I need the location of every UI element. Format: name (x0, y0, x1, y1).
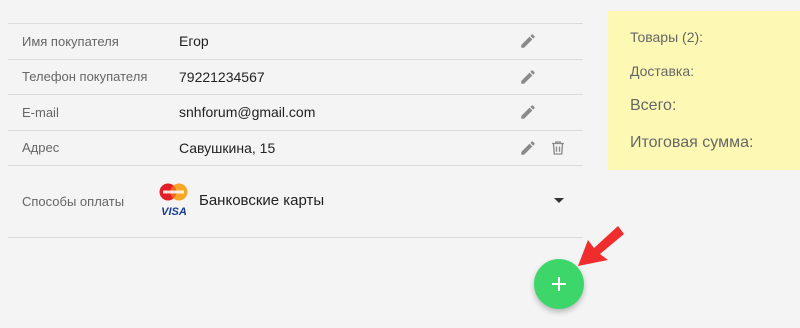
delete-address-trash-icon[interactable] (548, 138, 568, 158)
customer-address-row: Адрес Савушкина, 15 (8, 129, 583, 166)
customer-name-row: Имя покупателя Егор (8, 23, 583, 59)
customer-email-label: E-mail (22, 104, 59, 120)
customer-address-value: Савушкина, 15 (179, 139, 276, 156)
edit-phone-pencil-icon[interactable] (518, 67, 538, 87)
summary-grand-total: Итоговая сумма: (630, 134, 754, 151)
customer-name-value: Егор (179, 33, 209, 50)
order-summary-panel: Товары (2): Доставка: Всего: Итоговая су… (608, 11, 800, 170)
edit-name-pencil-icon[interactable] (518, 31, 538, 51)
customer-address-label: Адрес (22, 140, 60, 156)
customer-email-value: snhforum@gmail.com (179, 104, 316, 121)
customer-info-table: Имя покупателя Егор Телефон покупателя 7… (8, 23, 583, 238)
edit-address-pencil-icon[interactable] (518, 138, 538, 158)
summary-items: Товары (2): (630, 29, 704, 45)
customer-phone-row: Телефон покупателя 79221234567 (8, 58, 583, 95)
payment-method-label: Способы оплаты (22, 194, 125, 209)
customer-phone-label: Телефон покупателя (22, 69, 148, 85)
red-arrow-annotation (578, 226, 624, 266)
plus-icon (552, 277, 566, 291)
payment-method-row[interactable]: Способы оплаты VISA Банковские карты (8, 165, 583, 238)
mastercard-visa-logo: VISA (157, 182, 191, 218)
svg-text:VISA: VISA (161, 206, 187, 218)
customer-email-row: E-mail snhforum@gmail.com (8, 94, 583, 130)
customer-phone-value: 79221234567 (179, 68, 265, 85)
summary-total: Всего: (630, 97, 677, 114)
payment-method-selected: Банковские карты (199, 192, 325, 209)
caret-down-icon[interactable] (554, 198, 564, 203)
summary-delivery: Доставка: (630, 63, 695, 79)
checkout-page: Имя покупателя Егор Телефон покупателя 7… (0, 0, 800, 328)
customer-name-label: Имя покупателя (22, 33, 119, 49)
edit-email-pencil-icon[interactable] (518, 102, 538, 122)
